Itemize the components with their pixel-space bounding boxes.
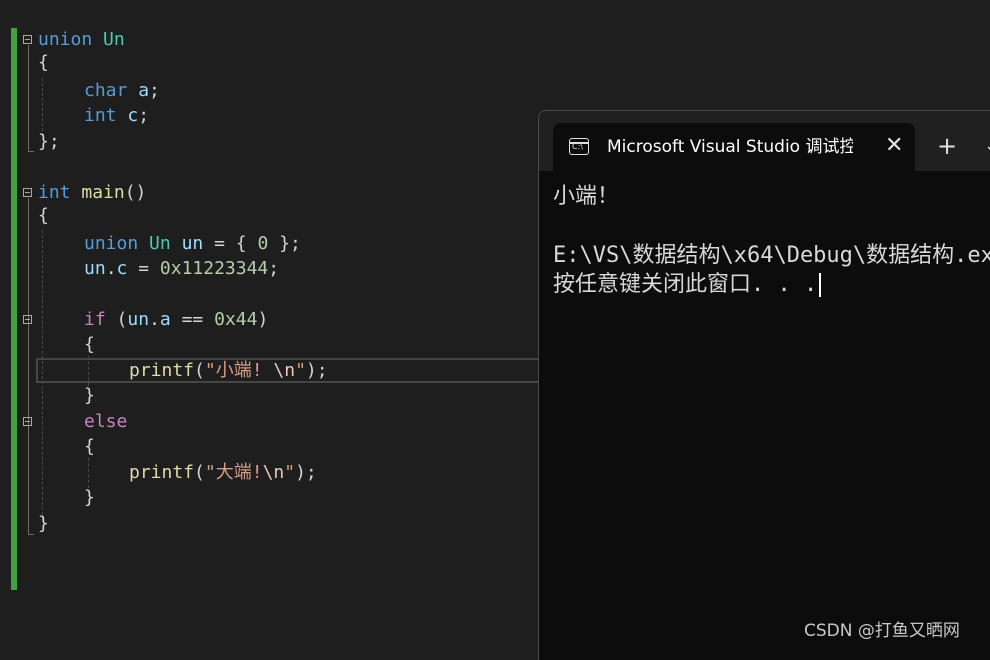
tab-title: Microsoft Visual Studio 调试控制台: [607, 137, 853, 157]
code-line: int main(): [38, 182, 147, 203]
close-icon[interactable]: ✕: [885, 133, 903, 159]
code-line: }: [38, 513, 49, 534]
change-tracking-bar: [11, 28, 17, 590]
code-line: }: [84, 385, 95, 406]
code-line: else: [84, 411, 128, 432]
code-line: un.c = 0x11223344;: [84, 258, 280, 279]
chevron-down-icon[interactable]: ⌄: [984, 133, 990, 159]
code-line: union Un: [38, 29, 125, 50]
fold-toggle-main[interactable]: [23, 188, 32, 197]
code-line: {: [38, 52, 49, 73]
fold-end-union: [28, 151, 34, 152]
code-line: if (un.a == 0x44): [84, 309, 269, 330]
console-output-line: E:\VS\数据结构\x64\Debug\数据结构.exe: [553, 243, 990, 268]
fold-toggle-if[interactable]: [23, 315, 32, 324]
console-tab[interactable]: C:\ Microsoft Visual Studio 调试控制台 ✕: [553, 123, 915, 171]
indent-guide: [42, 78, 43, 136]
code-line: printf("小端! \n");: [129, 360, 328, 381]
fold-line-union: [28, 45, 29, 151]
terminal-icon: C:\: [569, 138, 589, 155]
code-line: union Un un = { 0 };: [84, 233, 301, 254]
code-line: int c;: [84, 105, 150, 126]
fold-end-main: [28, 534, 34, 535]
code-line: {: [84, 334, 95, 355]
fold-line-main: [28, 198, 29, 534]
watermark: CSDN @打鱼又晒网: [804, 621, 960, 641]
indent-guide: [88, 458, 89, 488]
code-line: }: [84, 487, 95, 508]
debug-console-window[interactable]: C:\ Microsoft Visual Studio 调试控制台 ✕ + ⌄ …: [538, 110, 990, 660]
console-prompt-text: 按任意键关闭此窗口. . .: [553, 272, 818, 297]
console-output-line: 按任意键关闭此窗口. . .: [553, 270, 822, 300]
code-line: {: [38, 205, 49, 226]
fold-toggle-else[interactable]: [23, 417, 32, 426]
code-line: {: [84, 436, 95, 457]
fold-toggle-union[interactable]: [23, 35, 32, 44]
new-tab-button[interactable]: +: [937, 131, 957, 161]
console-output-line: 小端！: [553, 184, 620, 209]
code-line: printf("大端!\n");: [129, 462, 317, 483]
code-line: };: [38, 131, 60, 152]
text-cursor: [819, 273, 822, 297]
console-tab-bar: C:\ Microsoft Visual Studio 调试控制台 ✕ + ⌄: [539, 111, 990, 171]
code-line: char a;: [84, 80, 160, 101]
